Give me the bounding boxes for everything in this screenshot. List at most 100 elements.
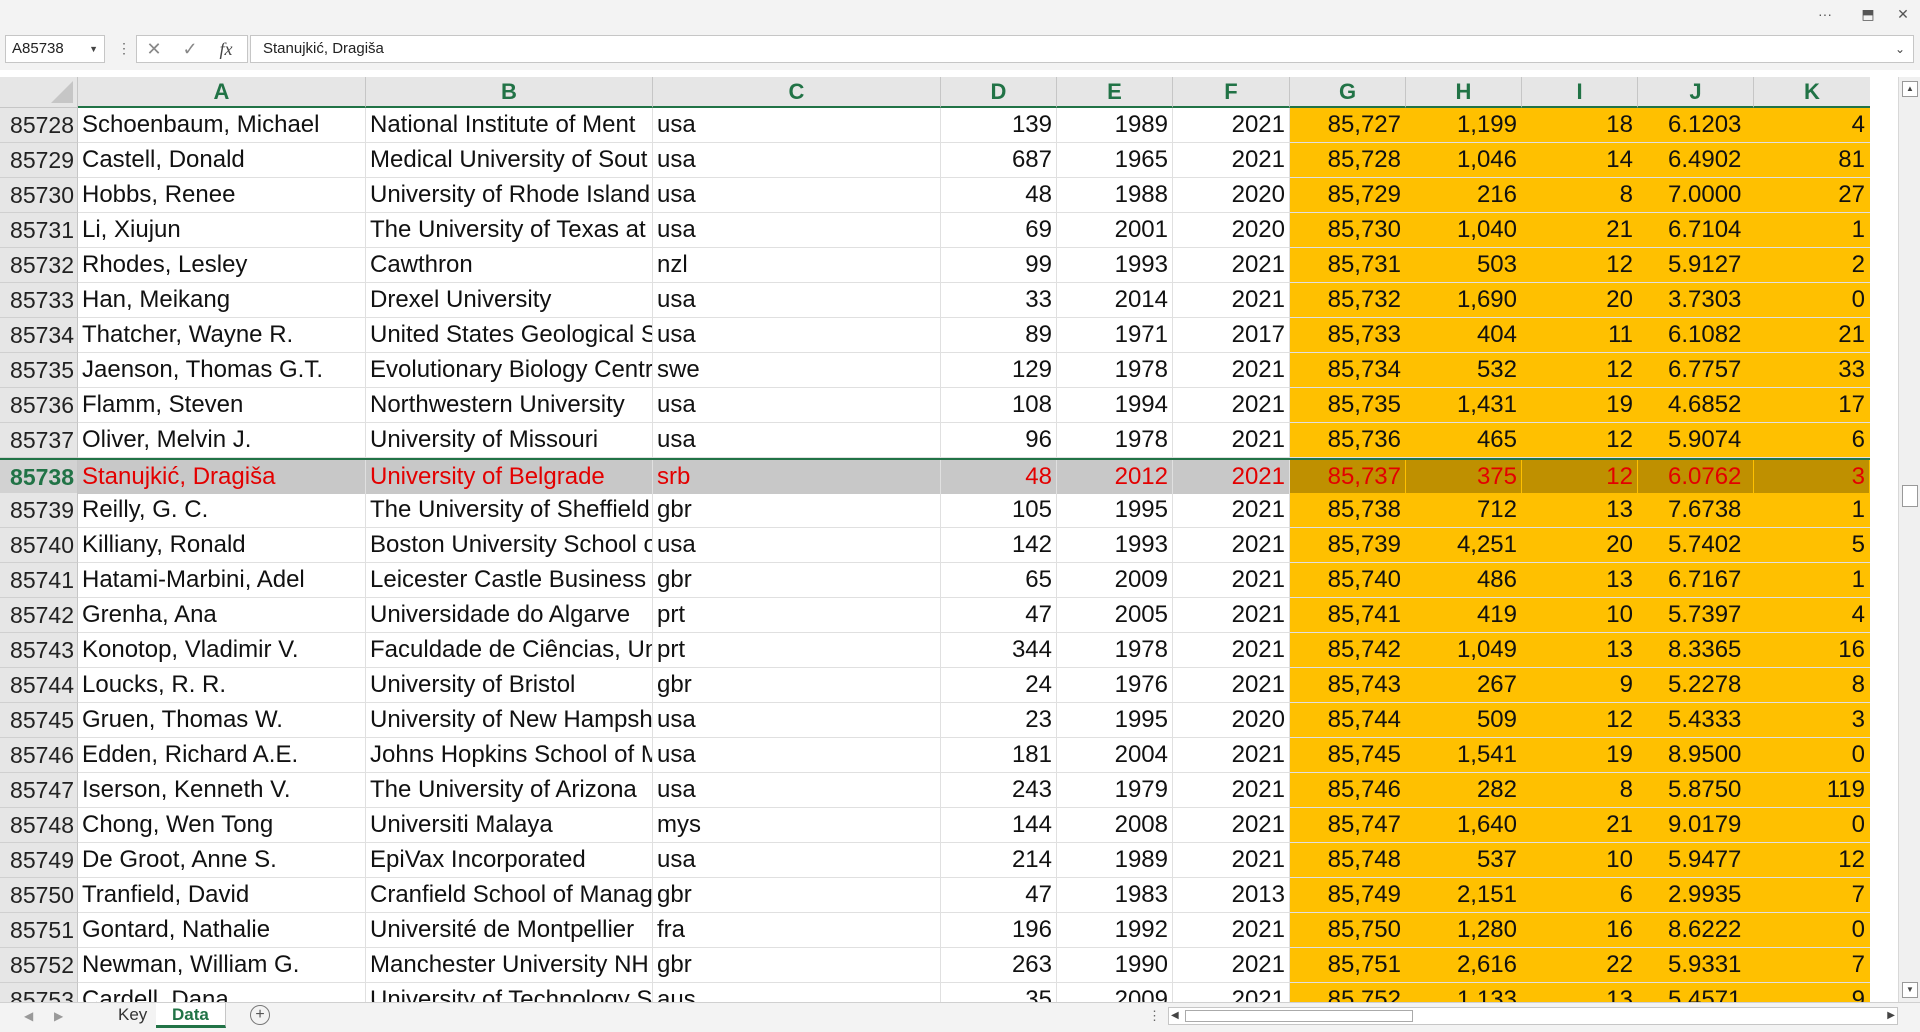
cell-j[interactable]: 7.6738 [1638, 493, 1754, 527]
row-header[interactable]: 85736 [0, 388, 78, 423]
cell-k[interactable]: 9 [1754, 983, 1870, 1002]
cell-g[interactable]: 85,751 [1290, 948, 1406, 982]
cell-h[interactable]: 282 [1406, 773, 1522, 807]
cell-j[interactable]: 8.3365 [1638, 633, 1754, 667]
cell-a[interactable]: Konotop, Vladimir V. [78, 633, 366, 667]
cell-c[interactable]: usa [653, 318, 941, 352]
cell-k[interactable]: 1 [1754, 493, 1870, 527]
cell-e[interactable]: 1993 [1057, 528, 1173, 562]
row-header[interactable]: 85739 [0, 493, 78, 528]
row-header[interactable]: 85747 [0, 773, 78, 808]
cancel-icon[interactable]: ✕ [141, 38, 167, 60]
cell-f[interactable]: 2017 [1173, 318, 1290, 352]
cell-g[interactable]: 85,729 [1290, 178, 1406, 212]
cell-g[interactable]: 85,733 [1290, 318, 1406, 352]
scroll-down-icon[interactable]: ▼ [1902, 982, 1918, 998]
cell-k[interactable]: 0 [1754, 738, 1870, 772]
cell-c[interactable]: usa [653, 143, 941, 177]
cell-g[interactable]: 85,734 [1290, 353, 1406, 387]
cell-b[interactable]: University of Technology S [366, 983, 653, 1002]
cell-g[interactable]: 85,740 [1290, 563, 1406, 597]
scroll-right-icon[interactable]: ▶ [1887, 1008, 1895, 1024]
column-header-c[interactable]: C [653, 77, 941, 108]
next-sheet-icon[interactable]: ▶ [54, 1009, 63, 1023]
cell-b[interactable]: Boston University School o [366, 528, 653, 562]
cell-d[interactable]: 48 [941, 178, 1057, 212]
cell-k[interactable]: 5 [1754, 528, 1870, 562]
cell-d[interactable]: 35 [941, 983, 1057, 1002]
cell-a[interactable]: Cardell, Dana [78, 983, 366, 1002]
cell-j[interactable]: 5.9477 [1638, 843, 1754, 877]
cell-h[interactable]: 2,151 [1406, 878, 1522, 912]
cell-e[interactable]: 2009 [1057, 563, 1173, 597]
cell-h[interactable]: 404 [1406, 318, 1522, 352]
cell-g[interactable]: 85,749 [1290, 878, 1406, 912]
row-header[interactable]: 85752 [0, 948, 78, 983]
cell-g[interactable]: 85,730 [1290, 213, 1406, 247]
cell-a[interactable]: Li, Xiujun [78, 213, 366, 247]
cell-b[interactable]: Cranfield School of Manag [366, 878, 653, 912]
cell-k[interactable]: 8 [1754, 668, 1870, 702]
column-header-e[interactable]: E [1057, 77, 1173, 108]
cell-j[interactable]: 8.6222 [1638, 913, 1754, 947]
cell-h[interactable]: 1,040 [1406, 213, 1522, 247]
cell-c[interactable]: usa [653, 108, 941, 142]
cell-k[interactable]: 1 [1754, 563, 1870, 597]
cell-j[interactable]: 3.7303 [1638, 283, 1754, 317]
cell-e[interactable]: 1995 [1057, 493, 1173, 527]
cell-i[interactable]: 20 [1522, 528, 1638, 562]
cell-i[interactable]: 8 [1522, 773, 1638, 807]
cell-i[interactable]: 11 [1522, 318, 1638, 352]
cell-h[interactable]: 1,541 [1406, 738, 1522, 772]
row-header[interactable]: 85735 [0, 353, 78, 388]
cell-e[interactable]: 2001 [1057, 213, 1173, 247]
cell-k[interactable]: 2 [1754, 248, 1870, 282]
prev-sheet-icon[interactable]: ◀ [24, 1009, 33, 1023]
cell-d[interactable]: 24 [941, 668, 1057, 702]
row-header[interactable]: 85737 [0, 423, 78, 458]
cell-k[interactable]: 4 [1754, 598, 1870, 632]
cell-j[interactable]: 5.8750 [1638, 773, 1754, 807]
row-header[interactable]: 85749 [0, 843, 78, 878]
horizontal-scroll-thumb[interactable] [1185, 1010, 1413, 1022]
cell-e[interactable]: 1978 [1057, 633, 1173, 667]
cell-i[interactable]: 12 [1522, 703, 1638, 737]
cell-c[interactable]: gbr [653, 948, 941, 982]
cell-e[interactable]: 1992 [1057, 913, 1173, 947]
cell-k[interactable]: 0 [1754, 808, 1870, 842]
cell-e[interactable]: 1993 [1057, 248, 1173, 282]
cell-d[interactable]: 105 [941, 493, 1057, 527]
row-header[interactable]: 85738 [0, 460, 78, 495]
cell-e[interactable]: 1990 [1057, 948, 1173, 982]
column-header-h[interactable]: H [1406, 77, 1522, 108]
cell-a[interactable]: Iserson, Kenneth V. [78, 773, 366, 807]
cell-k[interactable]: 6 [1754, 423, 1870, 457]
cell-e[interactable]: 1988 [1057, 178, 1173, 212]
cell-h[interactable]: 1,640 [1406, 808, 1522, 842]
cell-a[interactable]: Chong, Wen Tong [78, 808, 366, 842]
cell-f[interactable]: 2021 [1173, 248, 1290, 282]
cell-c[interactable]: mys [653, 808, 941, 842]
column-header-i[interactable]: I [1522, 77, 1638, 108]
cell-e[interactable]: 2004 [1057, 738, 1173, 772]
cell-i[interactable]: 13 [1522, 563, 1638, 597]
cell-c[interactable]: gbr [653, 668, 941, 702]
cell-h[interactable]: 1,690 [1406, 283, 1522, 317]
cell-a[interactable]: Hobbs, Renee [78, 178, 366, 212]
cell-c[interactable]: srb [653, 460, 941, 494]
row-header[interactable]: 85743 [0, 633, 78, 668]
cell-f[interactable]: 2021 [1173, 143, 1290, 177]
cell-h[interactable]: 486 [1406, 563, 1522, 597]
column-header-b[interactable]: B [366, 77, 653, 108]
cell-h[interactable]: 2,616 [1406, 948, 1522, 982]
cell-f[interactable]: 2021 [1173, 773, 1290, 807]
cell-d[interactable]: 687 [941, 143, 1057, 177]
cell-e[interactable]: 1978 [1057, 423, 1173, 457]
cell-e[interactable]: 2005 [1057, 598, 1173, 632]
row-header[interactable]: 85730 [0, 178, 78, 213]
cell-g[interactable]: 85,741 [1290, 598, 1406, 632]
row-header[interactable]: 85753 [0, 983, 78, 1002]
cell-f[interactable]: 2021 [1173, 388, 1290, 422]
cell-h[interactable]: 1,280 [1406, 913, 1522, 947]
cell-h[interactable]: 712 [1406, 493, 1522, 527]
